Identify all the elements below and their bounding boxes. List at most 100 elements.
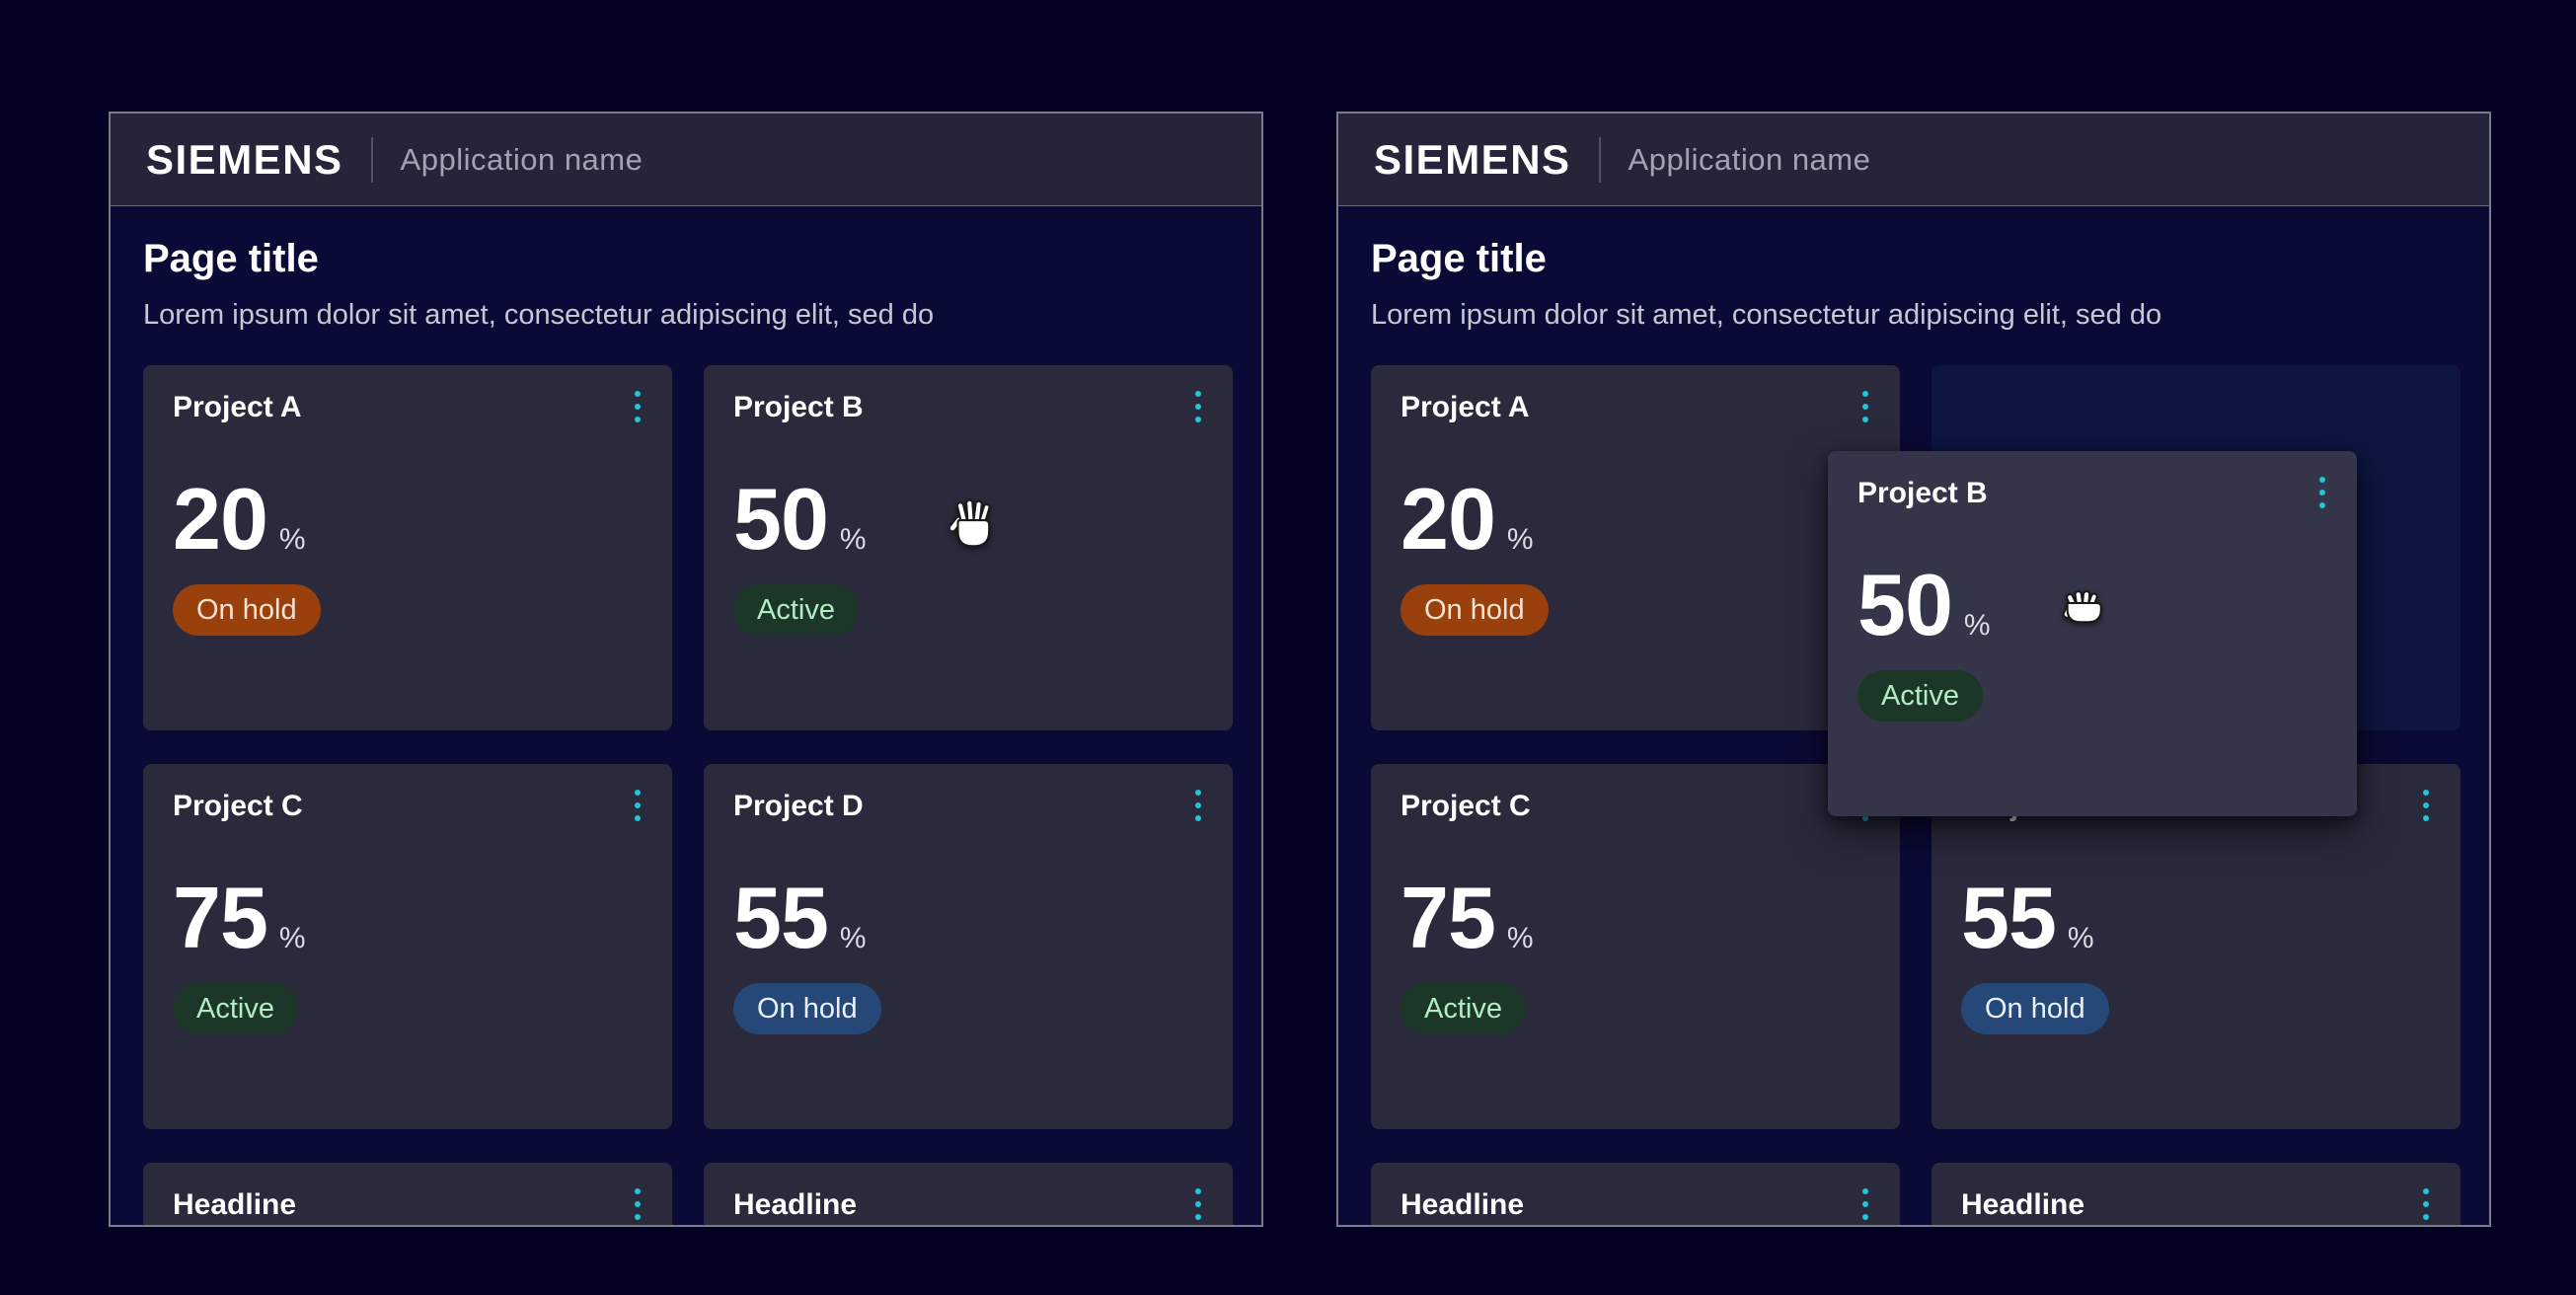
progress-value: 20 % (173, 476, 643, 563)
progress-value: 55 % (733, 875, 1203, 961)
card-title: Headline (173, 1188, 643, 1222)
project-card-a[interactable]: Project A 20 % On hold (1371, 365, 1900, 730)
partial-card-headline[interactable]: Headline (143, 1163, 672, 1227)
card-menu-button[interactable] (1858, 387, 1872, 426)
open-hand-cursor-icon (950, 498, 998, 555)
project-card-c[interactable]: Project C 75 % Active (1371, 764, 1900, 1129)
kebab-icon (635, 1188, 641, 1194)
kebab-icon (1862, 404, 1868, 410)
kebab-icon (635, 417, 641, 422)
card-menu-button[interactable] (1858, 1184, 1872, 1224)
value-unit: % (1964, 609, 1991, 643)
kebab-icon (2319, 490, 2325, 495)
status-badge: Active (1857, 670, 1983, 722)
card-menu-button[interactable] (2419, 1184, 2433, 1224)
card-menu-button[interactable] (1191, 1184, 1205, 1224)
siemens-logo: SIEMENS (1374, 136, 1571, 184)
value-number: 50 (1857, 562, 1952, 648)
header-divider (1599, 137, 1601, 183)
kebab-icon (1195, 802, 1201, 808)
card-title: Project A (173, 391, 643, 424)
kebab-icon (1862, 1214, 1868, 1220)
kebab-icon (1195, 1214, 1201, 1220)
kebab-icon (1195, 391, 1201, 397)
kebab-icon (2423, 802, 2429, 808)
kebab-icon (1862, 1188, 1868, 1194)
value-number: 20 (1401, 476, 1495, 563)
partial-card-headline[interactable]: Headline (1932, 1163, 2461, 1227)
kebab-icon (1195, 417, 1201, 422)
value-number: 55 (733, 875, 828, 961)
value-unit: % (1507, 523, 1534, 557)
progress-value: 75 % (1401, 875, 1870, 961)
card-title: Project D (733, 790, 1203, 823)
card-title: Project B (733, 391, 1203, 424)
status-badge: On hold (733, 983, 881, 1034)
kebab-icon (635, 1214, 641, 1220)
project-card-c[interactable]: Project C 75 % Active (143, 764, 672, 1129)
page-title: Page title (1371, 236, 2457, 281)
card-title: Project C (173, 790, 643, 823)
kebab-icon (1195, 404, 1201, 410)
kebab-icon (1195, 815, 1201, 821)
card-menu-button[interactable] (1191, 387, 1205, 426)
partial-card-headline[interactable]: Headline (704, 1163, 1233, 1227)
card-title: Project B (1857, 477, 2327, 510)
kebab-icon (2319, 502, 2325, 508)
kebab-icon (1195, 790, 1201, 796)
kebab-icon (2319, 477, 2325, 483)
kebab-icon (1862, 1201, 1868, 1207)
card-menu-button[interactable] (1191, 786, 1205, 825)
value-number: 50 (733, 476, 828, 563)
application-name: Application name (401, 142, 644, 178)
value-number: 75 (173, 875, 267, 961)
app-header: SIEMENS Application name (111, 114, 1261, 206)
progress-value: 20 % (1401, 476, 1870, 563)
kebab-icon (2423, 1188, 2429, 1194)
kebab-icon (2423, 815, 2429, 821)
card-menu-button[interactable] (631, 1184, 644, 1224)
value-number: 55 (1961, 875, 2056, 961)
header-divider (371, 137, 373, 183)
card-menu-button[interactable] (2315, 473, 2329, 512)
partial-card-headline[interactable]: Headline (1371, 1163, 1900, 1227)
card-title: Headline (733, 1188, 1203, 1222)
value-unit: % (840, 922, 867, 955)
dragged-project-card-b[interactable]: Project B 50 % Active (1828, 451, 2357, 816)
siemens-logo: SIEMENS (146, 136, 343, 184)
app-header: SIEMENS Application name (1338, 114, 2489, 206)
closed-hand-cursor-icon (2063, 589, 2104, 630)
kebab-icon (635, 1201, 641, 1207)
card-menu-button[interactable] (2419, 786, 2433, 825)
card-title: Headline (1401, 1188, 1870, 1222)
kebab-icon (1862, 391, 1868, 397)
card-title: Headline (1961, 1188, 2431, 1222)
value-unit: % (2068, 922, 2094, 955)
status-badge: On hold (173, 584, 321, 636)
progress-value: 75 % (173, 875, 643, 961)
project-card-a[interactable]: Project A 20 % On hold (143, 365, 672, 730)
kebab-icon (635, 815, 641, 821)
panel-body: Page title Lorem ipsum dolor sit amet, c… (111, 206, 1261, 1227)
status-badge: On hold (1401, 584, 1549, 636)
kebab-icon (635, 404, 641, 410)
value-unit: % (840, 523, 867, 557)
status-badge: Active (733, 584, 859, 636)
project-card-d[interactable]: Project D 55 % On hold (704, 764, 1233, 1129)
page-subtitle: Lorem ipsum dolor sit amet, consectetur … (1371, 297, 2457, 333)
value-unit: % (279, 523, 306, 557)
card-title: Project C (1401, 790, 1870, 823)
status-badge: Active (173, 983, 298, 1034)
page-title: Page title (143, 236, 1229, 281)
value-unit: % (1507, 922, 1534, 955)
page-subtitle: Lorem ipsum dolor sit amet, consectetur … (143, 297, 1229, 333)
kebab-icon (1195, 1188, 1201, 1194)
card-menu-button[interactable] (631, 387, 644, 426)
kebab-icon (635, 802, 641, 808)
card-menu-button[interactable] (631, 786, 644, 825)
project-card-d[interactable]: Project D 55 % On hold (1932, 764, 2461, 1129)
application-name: Application name (1629, 142, 1871, 178)
kebab-icon (1862, 417, 1868, 422)
progress-value: 55 % (1961, 875, 2431, 961)
kebab-icon (2423, 790, 2429, 796)
